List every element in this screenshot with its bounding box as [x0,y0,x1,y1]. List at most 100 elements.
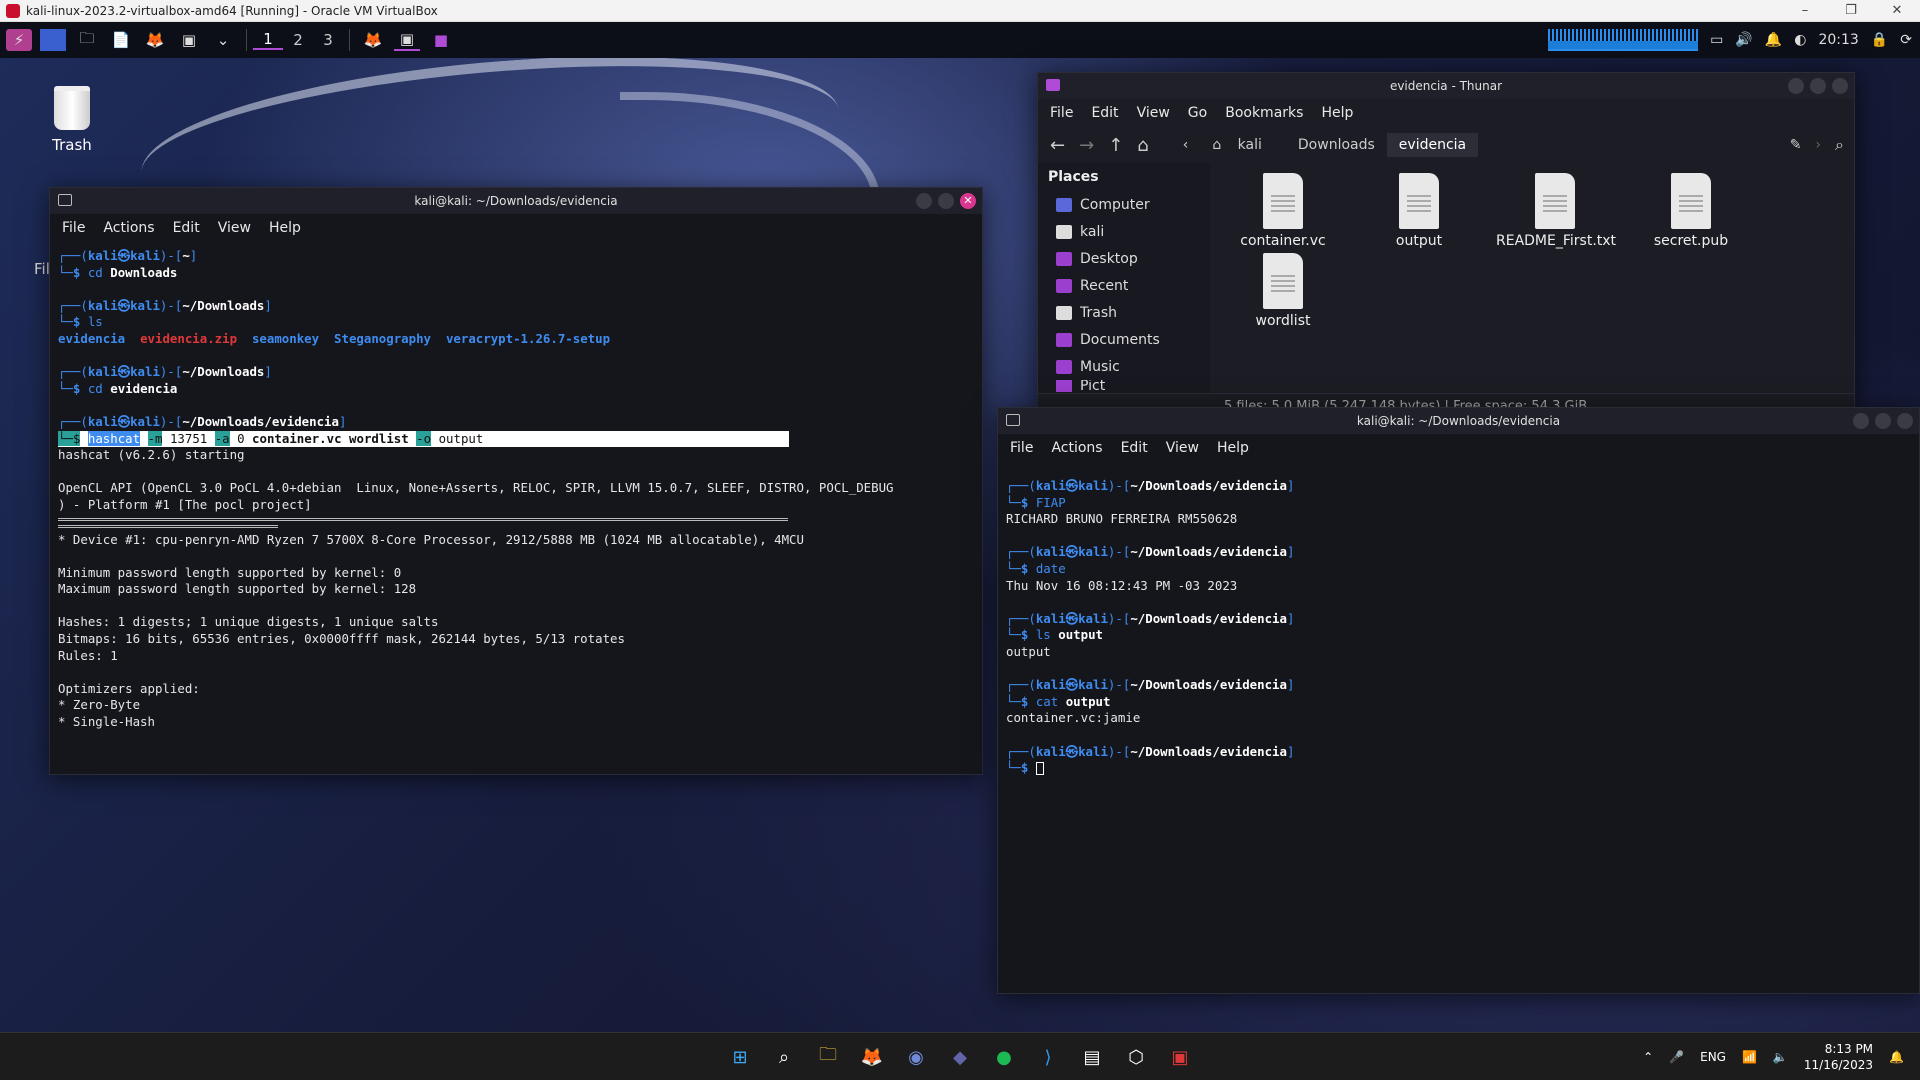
show-desktop-icon[interactable] [40,29,66,51]
close-button[interactable] [1832,78,1848,94]
chevron-left-icon[interactable]: ‹ [1171,133,1201,157]
workspace-1[interactable]: 1 [253,30,283,50]
lock-icon[interactable]: 🔒 [1871,32,1888,48]
forward-arrow-icon[interactable]: → [1079,135,1094,156]
text-editor-icon[interactable]: 📄 [108,29,134,51]
panel-clock[interactable]: 20:13 [1818,32,1858,48]
notification-icon[interactable]: 🔔 [1889,1050,1904,1064]
sidebar-item-desktop[interactable]: Desktop [1048,245,1200,272]
menu-view[interactable]: View [218,220,251,236]
terminal-output[interactable]: ┌──(kali㉿kali)-[~/Downloads/evidencia] └… [998,462,1919,783]
thunar-titlebar[interactable]: evidencia - Thunar [1038,73,1854,99]
menu-view[interactable]: View [1137,105,1170,121]
menu-help[interactable]: Help [1321,105,1353,121]
volume-icon[interactable]: 🔊 [1735,32,1752,48]
desktop-trash-icon[interactable]: Trash [44,86,100,154]
chevron-right-icon[interactable]: › [1815,137,1821,153]
notification-bell-icon[interactable]: 🔔 [1765,32,1782,48]
menu-edit[interactable]: Edit [1091,105,1118,121]
trash-icon [1056,305,1072,320]
restore-button[interactable]: ❐ [1828,3,1874,18]
maximize-button[interactable] [938,193,954,209]
chevron-down-icon[interactable]: ⌄ [210,29,236,51]
file-item[interactable]: secret.pub [1632,173,1750,249]
file-item[interactable]: README_First.txt [1496,173,1616,249]
maximize-button[interactable] [1810,78,1826,94]
language-indicator[interactable]: ENG [1700,1050,1726,1064]
workspace-2[interactable]: 2 [283,31,313,49]
minimize-button[interactable] [1853,413,1869,429]
sidebar-item-trash[interactable]: Trash [1048,299,1200,326]
file-item[interactable]: wordlist [1224,253,1342,329]
minimize-button[interactable] [916,193,932,209]
virtualbox-cube-icon[interactable]: ⬡ [1120,1041,1152,1073]
menu-help[interactable]: Help [1217,440,1249,456]
separator-rule [58,524,278,528]
menu-go[interactable]: Go [1188,105,1207,121]
close-button[interactable]: ✕ [960,193,976,209]
microphone-icon[interactable]: 🎤 [1669,1050,1684,1064]
sidebar-item-kali[interactable]: kali [1048,218,1200,245]
menu-edit[interactable]: Edit [1121,440,1148,456]
menu-actions[interactable]: Actions [103,220,154,236]
spotify-icon[interactable]: ● [988,1041,1020,1073]
close-button[interactable] [1897,413,1913,429]
minimize-button[interactable]: – [1782,3,1828,18]
taskbar-terminal-icon[interactable]: ▣ [394,29,420,51]
menu-file[interactable]: File [62,220,85,236]
taskbar-firefox-icon[interactable]: 🦊 [360,29,386,51]
menu-edit[interactable]: Edit [173,220,200,236]
firefox-icon[interactable]: 🦊 [856,1041,888,1073]
logout-icon[interactable]: ⟳ [1900,32,1912,48]
sidebar-item-documents[interactable]: Documents [1048,326,1200,353]
menu-bookmarks[interactable]: Bookmarks [1225,105,1303,121]
wifi-icon[interactable]: 📶 [1742,1050,1757,1064]
crumb-evidencia[interactable]: evidencia [1386,133,1479,157]
file-explorer-icon[interactable]: 🗀 [812,1041,844,1073]
windows-start-icon[interactable]: ⊞ [724,1041,756,1073]
terminal-icon[interactable]: ▣ [176,29,202,51]
volume-icon[interactable]: 🔈 [1773,1050,1788,1064]
terminal-output[interactable]: ┌──(kali㉿kali)-[~] └─$ cd Downloads ┌──(… [50,242,982,737]
back-arrow-icon[interactable]: ← [1050,135,1065,156]
trash-icon [54,86,90,130]
search-icon[interactable]: ⌕ [768,1041,800,1073]
kali-vm-icon[interactable]: ▣ [1164,1041,1196,1073]
sidebar-item-computer[interactable]: Computer [1048,191,1200,218]
menu-file[interactable]: File [1050,105,1073,121]
display-icon[interactable]: ▭ [1710,32,1723,48]
sidebar-item-recent[interactable]: Recent [1048,272,1200,299]
crumb-downloads[interactable]: Downloads [1286,133,1387,157]
terminal-titlebar[interactable]: kali@kali: ~/Downloads/evidencia [998,408,1919,434]
terminal-titlebar[interactable]: kali@kali: ~/Downloads/evidencia ✕ [50,188,982,214]
maximize-button[interactable] [1875,413,1891,429]
power-manager-icon[interactable]: ◐ [1794,32,1806,48]
edit-location-icon[interactable]: ✎ [1790,137,1802,153]
firefox-icon[interactable]: 🦊 [142,29,168,51]
menu-actions[interactable]: Actions [1051,440,1102,456]
breadcrumb: ‹ ⌂ kali Downloads evidencia [1171,132,1479,158]
crumb-kali[interactable]: ⌂ kali [1200,133,1286,157]
file-item[interactable]: output [1360,173,1478,249]
file-manager-icon[interactable]: 🗀 [74,29,100,51]
menu-view[interactable]: View [1166,440,1199,456]
notepad-icon[interactable]: ▤ [1076,1041,1108,1073]
chevron-up-icon[interactable]: ⌃ [1643,1050,1653,1064]
workspace-3[interactable]: 3 [313,31,343,49]
menu-help[interactable]: Help [269,220,301,236]
minimize-button[interactable] [1788,78,1804,94]
taskbar-clock[interactable]: 8:13 PM 11/16/2023 [1804,1041,1873,1073]
sidebar-item-music[interactable]: Music [1048,353,1200,380]
up-arrow-icon[interactable]: ↑ [1108,135,1123,156]
teams-icon[interactable]: ◆ [944,1041,976,1073]
close-button[interactable]: ✕ [1874,3,1920,18]
vscode-icon[interactable]: ⟩ [1032,1041,1064,1073]
taskbar-thunar-icon[interactable]: ■ [428,29,454,51]
home-icon[interactable]: ⌂ [1137,135,1148,156]
discord-icon[interactable]: ◉ [900,1041,932,1073]
menu-file[interactable]: File [1010,440,1033,456]
sidebar-item-pictures[interactable]: Pict [1048,380,1200,392]
kali-menu-icon[interactable]: ⚡ [6,29,32,51]
file-item[interactable]: container.vc [1224,173,1342,249]
search-icon[interactable]: ⌕ [1835,135,1854,155]
